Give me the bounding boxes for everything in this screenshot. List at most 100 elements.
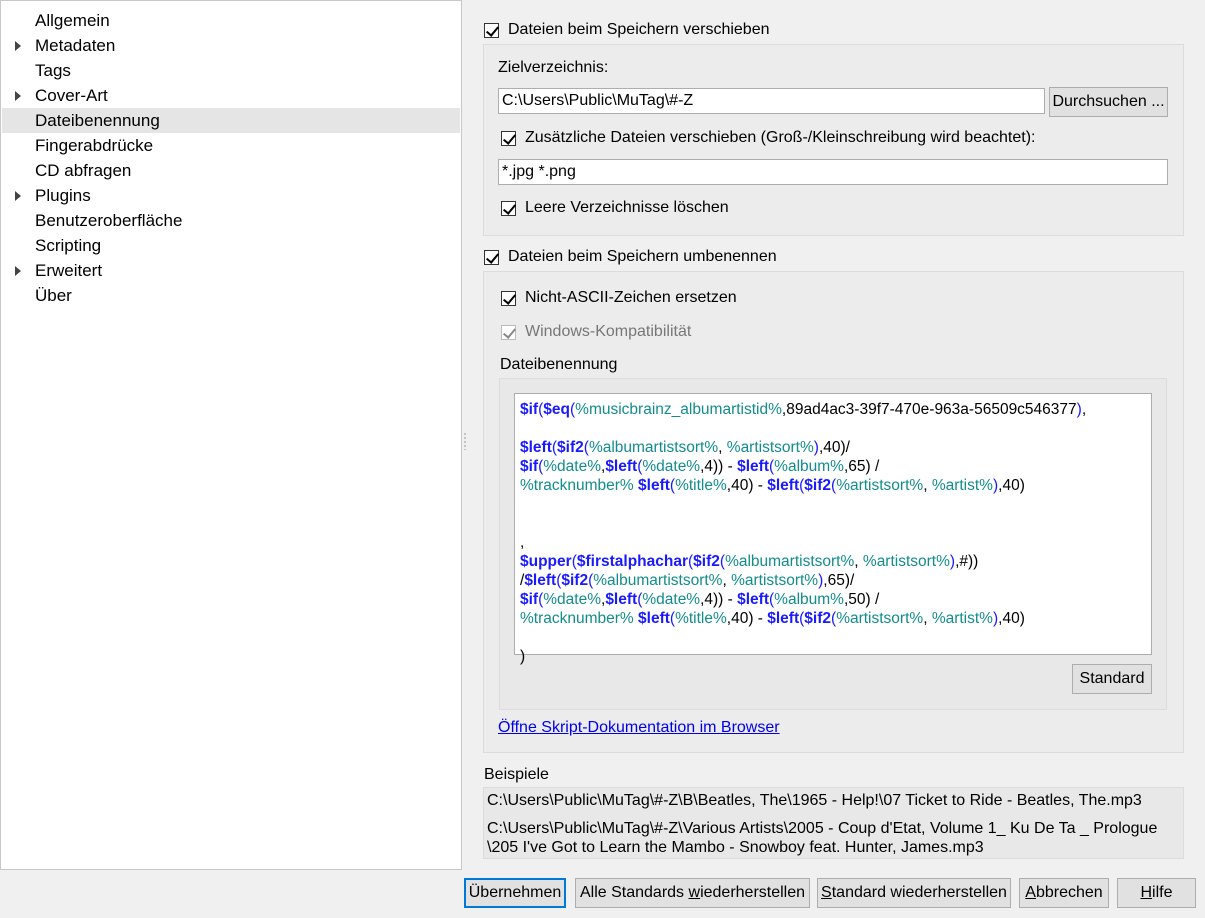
- script-token: %artistsort%: [726, 439, 814, 456]
- sidebar-item-label: Benutzeroberfläche: [35, 211, 183, 230]
- script-token: %date%: [543, 458, 601, 475]
- standard-button[interactable]: Standard: [1072, 664, 1152, 694]
- script-line: [520, 495, 1151, 514]
- sidebar-item-label: Scripting: [35, 236, 102, 255]
- script-token: %albumartistsort%: [725, 553, 855, 570]
- sidebar-item-label: Erweitert: [35, 261, 103, 280]
- sidebar-item-label: Allgemein: [35, 11, 110, 30]
- sidebar-item-tags[interactable]: Tags: [2, 58, 460, 83]
- checkbox-check[interactable]: [501, 130, 516, 146]
- checkbox-check[interactable]: [501, 324, 516, 340]
- script-token: $eq: [543, 401, 570, 418]
- expand-arrow-icon[interactable]: [15, 266, 21, 276]
- script-token: ,40)/: [818, 439, 850, 456]
- script-token: $left: [605, 458, 638, 475]
- script-token: ,65) /: [843, 458, 880, 475]
- script-line: [520, 514, 1151, 533]
- move-extra-files-checkbox[interactable]: Zusätzliche Dateien verschieben (Groß-/K…: [501, 127, 1035, 149]
- script-token: %date%: [543, 591, 601, 608]
- apply-button[interactable]: Übernehmen: [464, 878, 566, 908]
- restore-all-label-post: iederherstellen: [700, 884, 806, 901]
- script-token: %artistsort%: [836, 610, 924, 627]
- sidebar-item-label: Über: [35, 286, 72, 305]
- script-token: ,4)) -: [700, 591, 738, 608]
- script-token: $if2: [561, 572, 589, 589]
- sidebar-item-über[interactable]: Über: [2, 283, 460, 308]
- delete-empty-dirs-checkbox[interactable]: Leere Verzeichnisse löschen: [501, 197, 729, 219]
- sidebar-item-cover-art[interactable]: Cover-Art: [2, 83, 460, 108]
- replace-non-ascii-checkbox[interactable]: Nicht-ASCII-Zeichen ersetzen: [501, 287, 737, 309]
- example-1: C:\Users\Public\MuTag\#-Z\B\Beatles, The…: [487, 792, 1142, 809]
- script-token: $if2: [804, 477, 832, 494]
- checkbox-check[interactable]: [501, 200, 516, 216]
- checkbox-check[interactable]: [501, 290, 516, 306]
- script-token: $left: [737, 591, 769, 608]
- browse-button[interactable]: Durchsuchen ...: [1049, 87, 1168, 117]
- sidebar-item-metadaten[interactable]: Metadaten: [2, 33, 460, 58]
- script-line: [520, 628, 1151, 647]
- sidebar-item-label: Fingerabdrücke: [35, 136, 154, 155]
- script-token: %title%: [675, 477, 727, 494]
- sidebar-item-allgemein[interactable]: Allgemein: [2, 8, 460, 33]
- sidebar-item-erweitert[interactable]: Erweitert: [2, 258, 460, 283]
- windows-compat-label: Windows-Kompatibilität: [525, 323, 692, 340]
- script-token: $if2: [804, 610, 832, 627]
- windows-compat-checkbox[interactable]: Windows-Kompatibilität: [501, 321, 691, 343]
- cancel-label-post: bbrechen: [1035, 884, 1103, 901]
- script-token: $left: [767, 610, 800, 627]
- help-button[interactable]: Hilfe: [1117, 878, 1196, 908]
- rename-files-checkbox[interactable]: Dateien beim Speichern umbenennen: [484, 246, 777, 268]
- script-line: $if(%date%,$left(%date%,4)) - $left(%alb…: [520, 590, 1151, 609]
- script-token: %musicbrainz_albumartistid%: [575, 401, 782, 418]
- script-token: ,89ad4ac3-39f7-470e-963a-56509c546377: [781, 401, 1077, 418]
- script-doc-link[interactable]: Öffne Skript-Dokumentation im Browser: [498, 719, 780, 737]
- expand-arrow-icon[interactable]: [15, 91, 21, 101]
- script-line: $if(%date%,$left(%date%,4)) - $left(%alb…: [520, 457, 1151, 476]
- script-token: ,#)): [955, 553, 979, 570]
- extra-files-input[interactable]: *.jpg *.png: [498, 159, 1168, 185]
- script-token: ,4)) -: [700, 458, 738, 475]
- restore-all-label-pre: Alle Standards: [579, 884, 689, 901]
- script-token: $if2: [693, 553, 720, 570]
- script-token: $left: [524, 572, 557, 589]
- help-mnemonic: H: [1140, 884, 1153, 901]
- script-token: ,: [722, 572, 732, 589]
- splitter-handle[interactable]: [464, 432, 466, 450]
- examples-label: Beispiele: [484, 766, 549, 783]
- sidebar-item-plugins[interactable]: Plugins: [2, 183, 460, 208]
- move-files-checkbox[interactable]: Dateien beim Speichern verschieben: [484, 19, 769, 41]
- script-token: ,40): [998, 477, 1025, 494]
- script-token: $left: [638, 477, 670, 494]
- script-token: $left: [520, 439, 552, 456]
- target-directory-input[interactable]: C:\Users\Public\MuTag\#-Z: [498, 88, 1045, 114]
- sidebar-item-benutzeroberfläche[interactable]: Benutzeroberfläche: [2, 208, 460, 233]
- script-token: ,: [923, 477, 932, 494]
- script-line: $if($eq(%musicbrainz_albumartistid%,89ad…: [520, 400, 1151, 419]
- script-token: ,40) -: [726, 477, 768, 494]
- script-token: %artist%: [931, 610, 993, 627]
- checkbox-check[interactable]: [484, 22, 499, 38]
- restore-all-mnemonic: w: [688, 884, 701, 901]
- script-token: %date%: [642, 458, 701, 475]
- sidebar-item-cd-abfragen[interactable]: CD abfragen: [2, 158, 460, 183]
- script-token: ,40): [998, 610, 1025, 627]
- restore-default-button[interactable]: Standard wiederherstellen: [817, 878, 1011, 908]
- sidebar-item-fingerabdrücke[interactable]: Fingerabdrücke: [2, 133, 460, 158]
- checkbox-check[interactable]: [484, 249, 499, 265]
- naming-script-editor[interactable]: $if($eq(%musicbrainz_albumartistid%,89ad…: [514, 393, 1152, 665]
- cancel-button[interactable]: Abbrechen: [1019, 878, 1109, 908]
- script-token: $upper: [520, 553, 572, 570]
- script-token: %date%: [642, 591, 701, 608]
- script-line: ,: [520, 533, 1151, 552]
- script-token: %album%: [774, 591, 844, 608]
- restore-all-defaults-button[interactable]: Alle Standards wiederherstellen: [575, 878, 810, 908]
- expand-arrow-icon[interactable]: [15, 191, 21, 201]
- example-2-line2: \205 I've Got to Learn the Mambo - Snowb…: [487, 839, 984, 856]
- script-token: $if: [520, 591, 539, 608]
- restore-mnemonic: S: [821, 884, 832, 901]
- options-tree[interactable]: Allgemein Metadaten Tags Cover-Art Dateibene…: [0, 0, 462, 870]
- sidebar-item-scripting[interactable]: Scripting: [2, 233, 460, 258]
- expand-arrow-icon[interactable]: [15, 41, 21, 51]
- replace-non-ascii-label: Nicht-ASCII-Zeichen ersetzen: [525, 289, 737, 306]
- sidebar-item-dateibenennung[interactable]: Dateibenennung: [2, 108, 460, 133]
